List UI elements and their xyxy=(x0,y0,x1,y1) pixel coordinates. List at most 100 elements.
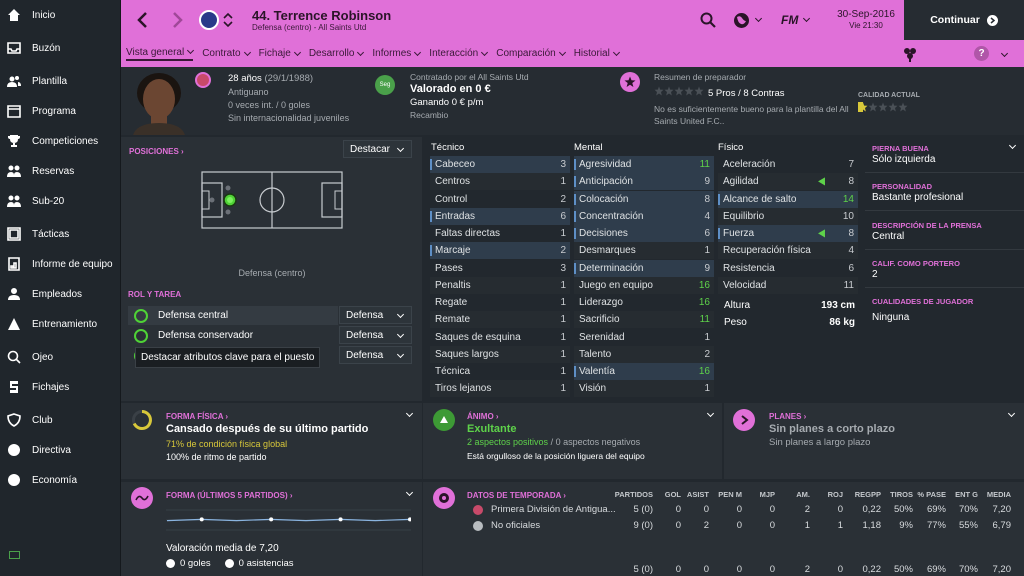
attr-row-pases: Pases 3 xyxy=(430,260,570,277)
sidebar-item-label: Tácticas xyxy=(32,228,70,240)
trend-up-icon xyxy=(818,177,828,187)
duty-value: Defensa xyxy=(346,309,384,321)
pitch-diagram xyxy=(201,171,343,229)
duty-dropdown[interactable]: Defensa xyxy=(339,346,412,364)
personality-label: PERSONALIDAD xyxy=(872,182,933,191)
attr-name: Faltas directas xyxy=(435,228,501,239)
sidebar-item-inicio[interactable]: Inicio xyxy=(0,2,121,28)
attr-name: Desmarques xyxy=(579,245,636,257)
attr-name: Regate xyxy=(435,297,468,308)
attr-name: Sacrificio xyxy=(579,314,620,326)
continue-label: Continuar xyxy=(930,14,980,26)
sidebar-item-label: Inicio xyxy=(32,9,56,21)
attr-value: 1 xyxy=(704,383,710,395)
plans-note: Sin planes a largo plazo xyxy=(769,437,871,448)
season-header-mjp: MJP xyxy=(759,490,775,499)
sidebar-item-directiva[interactable]: Directiva xyxy=(0,437,121,463)
continue-button[interactable]: Continuar xyxy=(904,0,1024,40)
highlight-dropdown[interactable]: Destacar xyxy=(343,140,412,158)
season-competition-name[interactable]: No oficiales xyxy=(491,520,621,531)
coach-note: No es suficientemente bueno para la plan… xyxy=(654,104,849,126)
sidebar-item-sub-20[interactable]: Sub-20 xyxy=(0,188,121,214)
role-row[interactable]: Defensa conservador xyxy=(128,326,338,345)
attr-row-concentraci-n: Concentración 4 xyxy=(574,207,714,225)
attr-value: 1 xyxy=(560,176,566,188)
nav-tab-4[interactable]: Informes xyxy=(372,48,420,59)
player-name-title: 44. Terrence Robinson xyxy=(252,8,392,23)
back-button[interactable] xyxy=(135,10,151,30)
attr-name: Aceleración xyxy=(723,159,776,170)
sidebar-item-club[interactable]: Club xyxy=(0,407,121,433)
form-chevron-icon[interactable] xyxy=(405,488,414,497)
player-age: 28 años xyxy=(228,73,262,84)
search-icon xyxy=(700,12,716,28)
attr-value: 1 xyxy=(560,366,566,377)
fm-menu-button[interactable]: FM xyxy=(781,11,813,29)
season-competition-name[interactable]: Primera División de Antigua... xyxy=(491,504,621,515)
season-cell: 0 xyxy=(769,564,775,575)
attr-row-agresividad: Agresividad 11 xyxy=(574,156,714,173)
forward-button[interactable] xyxy=(169,10,185,30)
attr-name: Visión xyxy=(579,383,607,395)
sidebar-item-empleados[interactable]: Empleados xyxy=(0,281,121,307)
attr-name: Marcaje xyxy=(430,245,550,257)
search-button[interactable] xyxy=(699,11,717,29)
sidebar-item-reservas[interactable]: Reservas xyxy=(0,158,121,184)
attr-name: Anticipación xyxy=(574,176,694,188)
prev-next-player-arrows[interactable] xyxy=(223,10,233,30)
club-badge-icon xyxy=(199,10,219,30)
more-menu-button[interactable] xyxy=(1000,48,1012,58)
schedule-icon xyxy=(7,104,21,118)
plans-chevron-icon[interactable] xyxy=(1007,409,1016,418)
season-header-tiros: TIROS xyxy=(890,490,913,499)
club-icon-button[interactable] xyxy=(902,46,918,62)
attr-value: 3 xyxy=(560,262,566,274)
season-header-pen-m: PEN M xyxy=(718,490,742,499)
duty-dropdown[interactable]: Defensa xyxy=(339,306,412,324)
attr-name: Penaltis xyxy=(435,279,471,291)
sidebar-item-plantilla[interactable]: Plantilla xyxy=(0,68,121,94)
form-panel: FORMA (ÚLTIMOS 5 PARTIDOS) › Valoración … xyxy=(121,482,422,576)
nav-tab-0[interactable]: Vista general xyxy=(126,47,194,61)
sidebar-item-buz-n[interactable]: Buzón xyxy=(0,35,121,61)
season-panel: DATOS DE TEMPORADA › PARTIDOS GOL ASIST PEN… xyxy=(423,482,1024,576)
form-point xyxy=(199,517,204,522)
sidebar-item-programa[interactable]: Programa xyxy=(0,98,121,124)
attr-row-resistencia: Resistencia 6 xyxy=(718,260,858,277)
nav-tab-3[interactable]: Desarrollo xyxy=(309,48,364,59)
world-menu-button[interactable] xyxy=(733,11,765,29)
form-goals: 0 goles xyxy=(180,558,211,569)
info-foot[interactable]: PIERNA BUENA Sólo izquierda xyxy=(865,137,1024,173)
player-subtitle: Defensa (centro) - All Saints Utd xyxy=(252,23,367,32)
role-row[interactable]: Defensa central xyxy=(128,306,338,325)
sidebar-item-econom-a[interactable]: Economía xyxy=(0,467,121,493)
fitness-chevron-icon[interactable] xyxy=(405,409,414,418)
sidebar-item-entrenamiento[interactable]: Entrenamiento xyxy=(0,311,121,337)
morale-chevron-icon[interactable] xyxy=(706,409,715,418)
morale-negatives: 0 aspectos negativos xyxy=(555,437,641,447)
attr-value: 6 xyxy=(848,262,854,274)
plans-arrow-icon xyxy=(733,409,755,431)
attr-value: 8 xyxy=(848,176,854,188)
nav-tab-2[interactable]: Fichaje xyxy=(259,48,300,59)
attr-row-saques-largos: Saques largos 1 xyxy=(430,345,570,363)
season-cell: 0 xyxy=(675,564,681,575)
nav-tab-1[interactable]: Contrato xyxy=(202,48,249,59)
attr-value: 16 xyxy=(698,297,710,308)
player-face-icon xyxy=(133,73,185,135)
nav-tab-5[interactable]: Interacción xyxy=(429,48,487,59)
sidebar-item-informe-de-equipo[interactable]: Informe de equipo xyxy=(0,251,121,277)
sidebar-item-fichajes[interactable]: Fichajes xyxy=(0,374,121,400)
sidebar-item-competiciones[interactable]: Competiciones xyxy=(0,128,121,154)
sidebar-item-t-cticas[interactable]: Tácticas xyxy=(0,221,121,247)
nav-tab-6[interactable]: Comparación xyxy=(496,48,564,59)
press-label: DESCRIPCIÓN DE LA PRENSA xyxy=(872,221,982,230)
star-1-icon xyxy=(654,86,664,96)
role-ring-icon xyxy=(134,328,148,343)
nav-tab-7[interactable]: Historial xyxy=(574,48,619,59)
sidebar-footer-icon[interactable] xyxy=(9,551,20,559)
duty-dropdown[interactable]: Defensa xyxy=(339,326,412,344)
attr-name: Pases xyxy=(435,262,463,274)
help-button[interactable]: ? xyxy=(974,46,989,61)
sidebar-item-ojeo[interactable]: Ojeo xyxy=(0,344,121,370)
